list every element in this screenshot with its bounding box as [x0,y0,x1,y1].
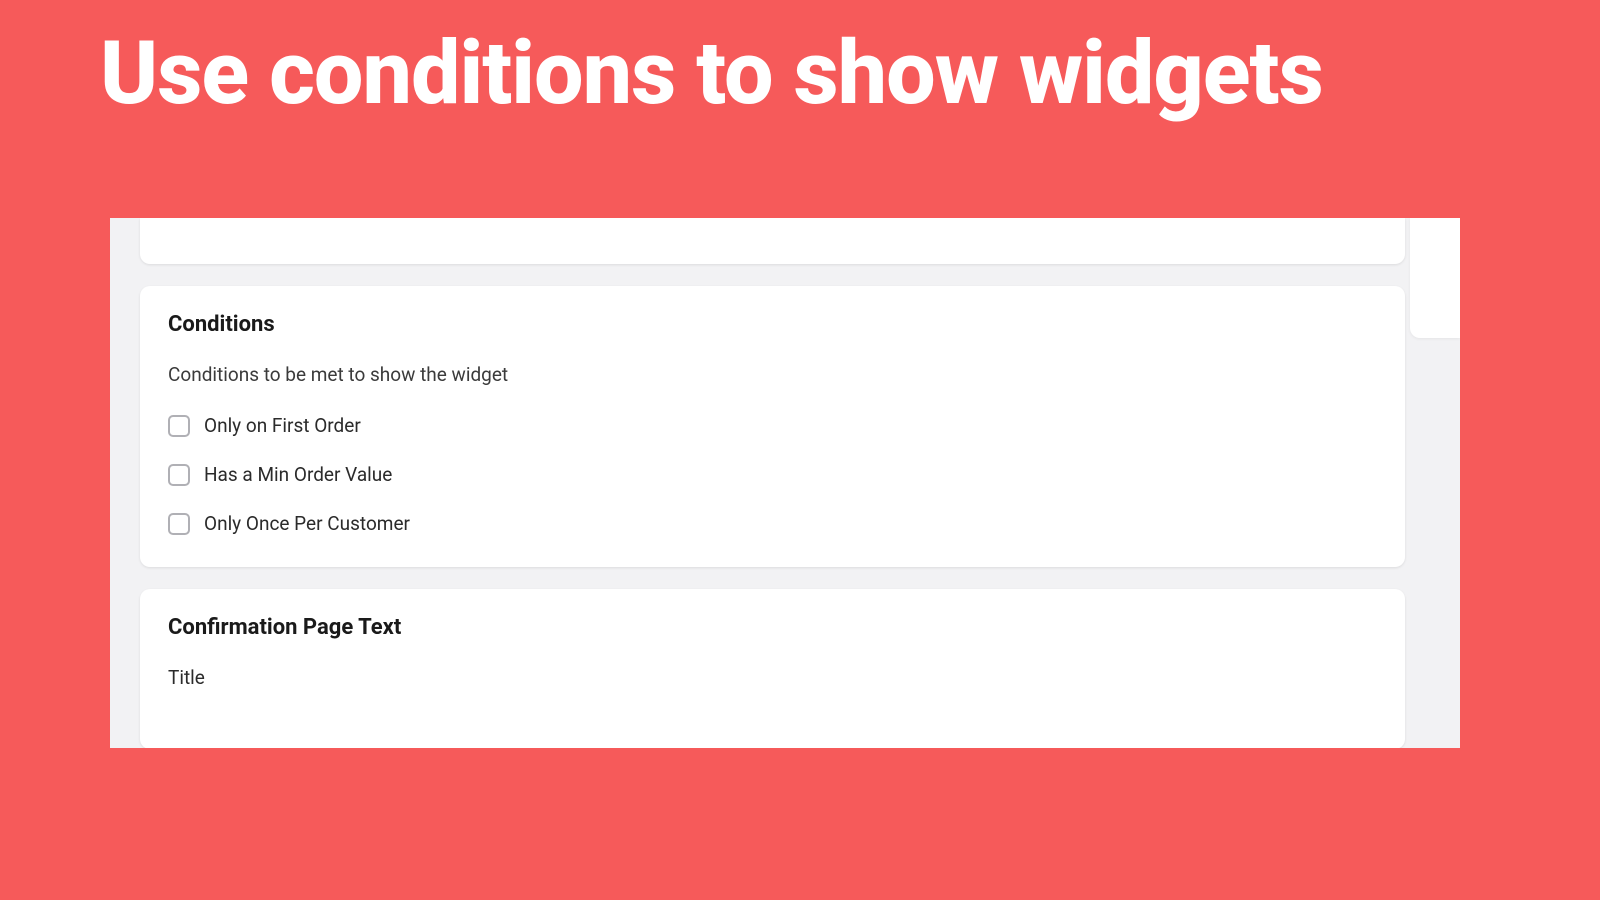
confirmation-heading: Confirmation Page Text [168,615,1377,640]
condition-row-min-order: Has a Min Order Value [168,463,1377,486]
checkbox-first-order[interactable] [168,415,190,437]
settings-screenshot: Conditions Conditions to be met to show … [110,218,1460,748]
condition-row-once-per-customer: Only Once Per Customer [168,512,1377,535]
confirmation-text-card: Confirmation Page Text Title [140,589,1405,748]
checkbox-label: Only Once Per Customer [204,512,410,535]
settings-scroll-area[interactable]: Conditions Conditions to be met to show … [140,218,1405,748]
previous-card-sliver [140,218,1405,264]
conditions-description: Conditions to be met to show the widget [168,363,1377,386]
title-field-label: Title [168,666,1377,689]
condition-row-first-order: Only on First Order [168,414,1377,437]
checkbox-label: Has a Min Order Value [204,463,392,486]
checkbox-once-per-customer[interactable] [168,513,190,535]
checkbox-label: Only on First Order [204,414,361,437]
conditions-card: Conditions Conditions to be met to show … [140,286,1405,567]
conditions-heading: Conditions [168,312,1377,337]
scroll-gutter [1410,218,1460,338]
checkbox-min-order[interactable] [168,464,190,486]
page-title: Use conditions to show widgets [0,0,1600,120]
